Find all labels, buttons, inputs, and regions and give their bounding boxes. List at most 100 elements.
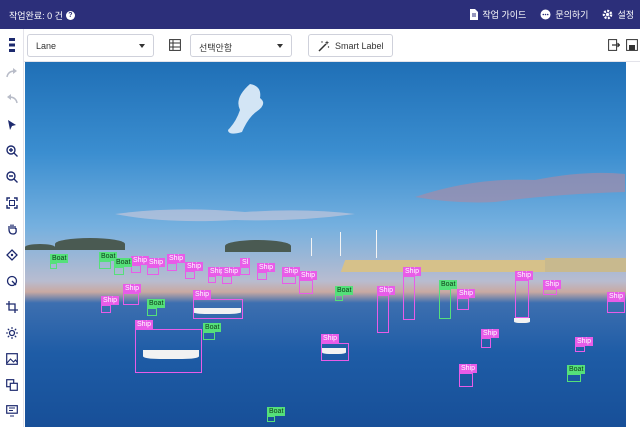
- ship-bounding-box[interactable]: Ship: [193, 290, 243, 319]
- ship-bounding-box[interactable]: Ship: [135, 320, 202, 373]
- ship-label-tag: Ship: [193, 290, 212, 299]
- boat-label-tag: Boat: [147, 299, 166, 308]
- polygon-tool-icon[interactable]: [4, 247, 20, 263]
- layers-icon[interactable]: [4, 377, 20, 393]
- ship-label-tag: Ship: [101, 296, 120, 305]
- wind-turbine: [376, 230, 377, 258]
- ship-label-tag: Ship: [321, 334, 340, 343]
- boat-label-tag: Boat: [114, 258, 133, 267]
- ship-bounding-box[interactable]: Ship: [515, 271, 534, 318]
- mode-select-value: Lane: [36, 41, 57, 51]
- ship-label-tag: Ship: [147, 258, 166, 267]
- boat-bounding-box[interactable]: Boat: [99, 252, 118, 269]
- completed-count-label: 작업완료: 0 건: [9, 11, 63, 21]
- ship-bounding-box[interactable]: Ship: [282, 267, 301, 284]
- ship-bounding-box[interactable]: Ship: [459, 364, 478, 387]
- save-document-icon[interactable]: [626, 39, 638, 51]
- vessel: [514, 318, 530, 323]
- ship-bounding-box[interactable]: Ship: [257, 263, 276, 280]
- ship-bounding-box[interactable]: Ship: [575, 337, 594, 352]
- wind-turbine: [311, 238, 312, 256]
- chevron-down-icon: [277, 44, 283, 48]
- right-gutter: [626, 62, 640, 427]
- ship-bounding-box[interactable]: Sl: [240, 258, 251, 275]
- region-select[interactable]: 선택안함: [190, 34, 292, 57]
- boat-bounding-box[interactable]: Boat: [439, 280, 458, 319]
- ship-label-tag: Ship: [377, 286, 396, 295]
- image-canvas[interactable]: BoatShipShipShipShipShipShipShipShipSlSh…: [25, 62, 626, 427]
- guide-label: 작업 가이드: [482, 10, 527, 20]
- mode-select[interactable]: Lane: [27, 34, 154, 57]
- boat-bounding-box[interactable]: Boat: [147, 299, 166, 316]
- ship-label-tag: Ship: [457, 289, 476, 298]
- ship-label-tag: Ship: [607, 292, 626, 301]
- island: [55, 238, 125, 250]
- ship-bounding-box[interactable]: Ship: [185, 262, 204, 279]
- pan-hand-icon[interactable]: [4, 221, 20, 237]
- ship-bounding-box[interactable]: Ship: [403, 267, 422, 320]
- ship-bounding-box[interactable]: Ship: [123, 284, 142, 305]
- grid-icon[interactable]: [169, 39, 181, 51]
- ship-label-tag: Ship: [257, 263, 276, 272]
- ship-bounding-box[interactable]: Ship: [208, 267, 227, 283]
- ship-bounding-box[interactable]: Ship: [299, 271, 318, 294]
- ship-bounding-box[interactable]: Ship: [147, 258, 166, 275]
- ship-label-tag: Ship: [543, 280, 562, 289]
- settings-link[interactable]: 설정: [602, 8, 634, 21]
- ship-bounding-box[interactable]: Ship: [481, 329, 500, 348]
- ship-label-tag: Ship: [167, 254, 186, 263]
- tool-sidebar: [0, 29, 24, 427]
- ship-bounding-box[interactable]: Ship: [607, 292, 626, 313]
- ship-label-tag: Ship: [222, 267, 241, 276]
- ship-label-tag: Ship: [403, 267, 422, 276]
- boat-bounding-box[interactable]: Boat: [567, 365, 586, 382]
- boat-bounding-box[interactable]: Boat: [50, 254, 69, 269]
- smart-label-text: Smart Label: [335, 40, 384, 51]
- ship-bounding-box[interactable]: Ship: [543, 280, 562, 295]
- region-select-value: 선택안함: [199, 43, 233, 53]
- magic-wand-icon: [318, 40, 330, 52]
- ship-label-tag: Ship: [459, 364, 478, 373]
- zoom-out-icon[interactable]: [4, 169, 20, 185]
- crop-icon[interactable]: [4, 299, 20, 315]
- boat-label-tag: Boat: [439, 280, 458, 289]
- ship-bounding-box[interactable]: Ship: [222, 267, 241, 284]
- contact-link[interactable]: 문의하기: [540, 8, 588, 21]
- help-icon[interactable]: ?: [65, 11, 75, 20]
- cloud: [228, 84, 264, 134]
- undo-icon[interactable]: [4, 91, 20, 107]
- ship-bounding-box[interactable]: Ship: [101, 296, 120, 313]
- boat-bounding-box[interactable]: Boat: [114, 258, 133, 275]
- ship-label-tag: Sl: [240, 258, 251, 267]
- ship-bounding-box[interactable]: Ship: [377, 286, 396, 333]
- zoom-in-icon[interactable]: [4, 143, 20, 159]
- redo-icon[interactable]: [4, 65, 20, 81]
- toolbar-right-icons: [608, 39, 638, 51]
- ship-bounding-box[interactable]: Ship: [321, 334, 349, 361]
- ship-bounding-box[interactable]: Ship: [131, 256, 150, 273]
- brush-icon[interactable]: [4, 273, 20, 289]
- gear-icon: [603, 9, 613, 20]
- annotation-toolbar: Lane 선택안함 Smart Label: [24, 29, 640, 62]
- settings-label: 설정: [617, 10, 634, 20]
- boat-bounding-box[interactable]: Boat: [335, 286, 354, 301]
- ship-bounding-box[interactable]: Ship: [457, 289, 476, 310]
- fit-screen-icon[interactable]: [4, 195, 20, 211]
- comment-icon[interactable]: [4, 403, 20, 419]
- completed-status: 작업완료: 0 건 ?: [9, 9, 75, 22]
- brightness-icon[interactable]: [4, 325, 20, 341]
- boat-bounding-box[interactable]: Boat: [267, 407, 286, 422]
- export-icon[interactable]: [608, 39, 620, 51]
- top-bar: 작업완료: 0 건 ? 작업 가이드 문의하기 설정: [0, 0, 640, 29]
- cloud: [115, 209, 355, 222]
- ship-bounding-box[interactable]: Ship: [167, 254, 186, 271]
- boat-bounding-box[interactable]: Boat: [203, 323, 222, 340]
- boat-label-tag: Boat: [267, 407, 286, 416]
- boat-label-tag: Boat: [50, 254, 69, 263]
- menu-icon[interactable]: [4, 37, 20, 53]
- pointer-icon[interactable]: [4, 117, 20, 133]
- image-icon[interactable]: [4, 351, 20, 367]
- ship-label-tag: Ship: [515, 271, 534, 280]
- guide-link[interactable]: 작업 가이드: [469, 8, 526, 21]
- smart-label-button[interactable]: Smart Label: [308, 34, 393, 57]
